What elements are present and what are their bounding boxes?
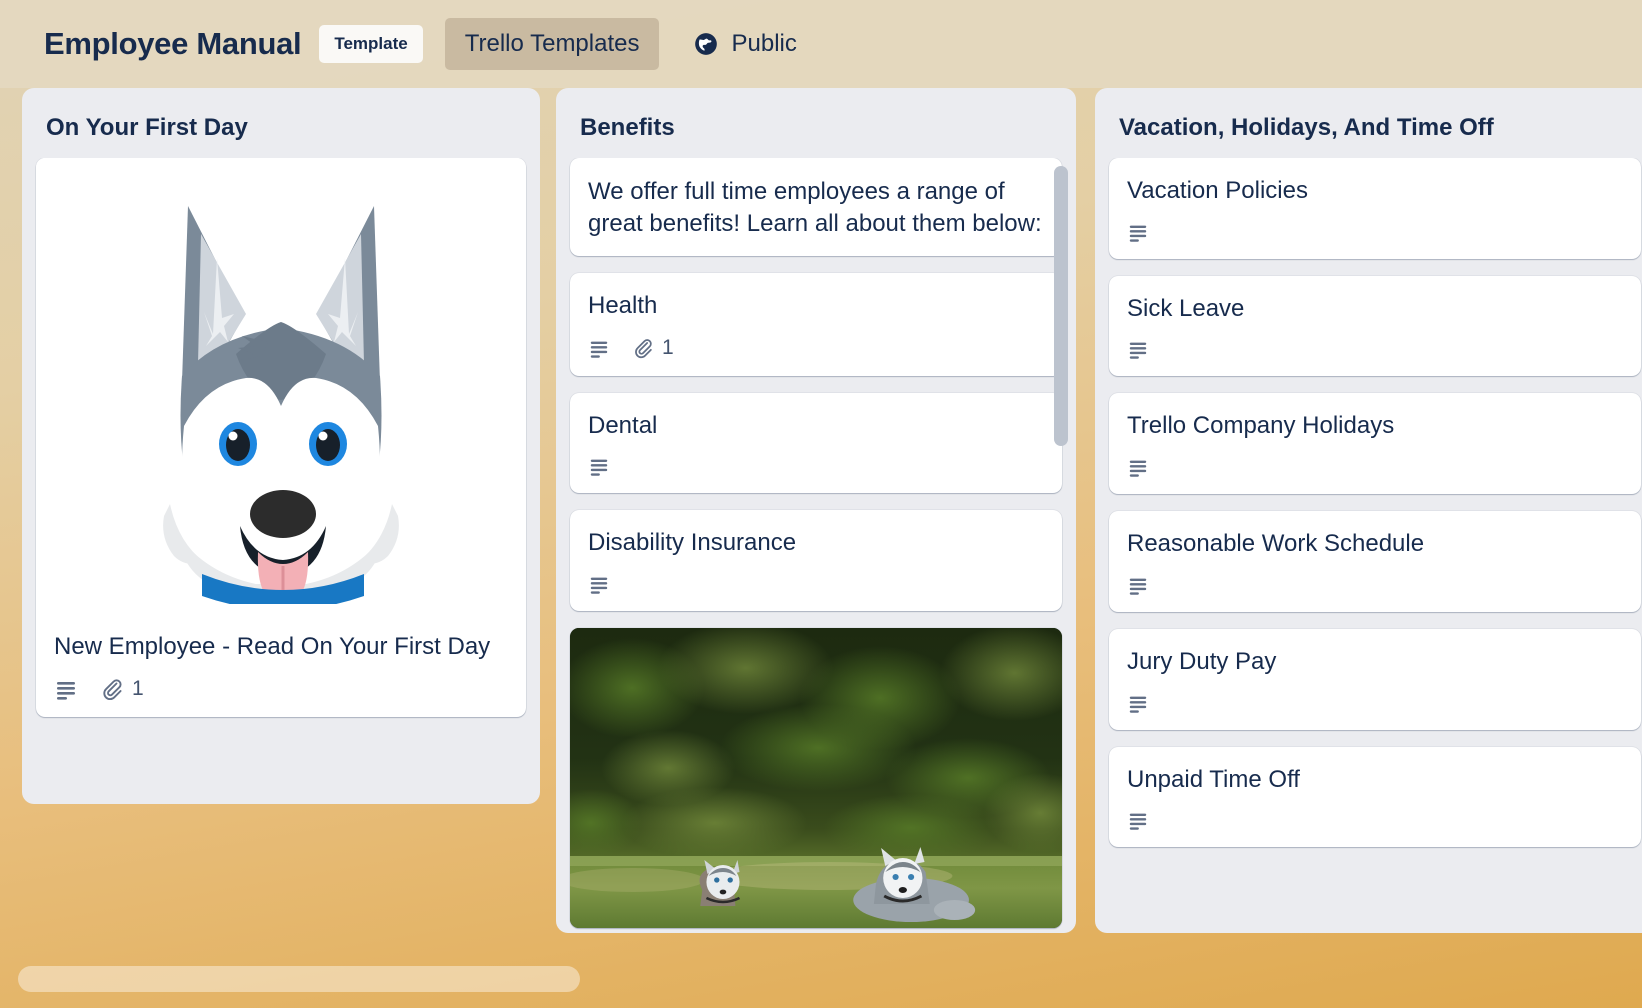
card[interactable]: Reasonable Work Schedule xyxy=(1109,511,1641,612)
attachment-count: 1 xyxy=(132,676,144,700)
card-title: We offer full time employees a range of … xyxy=(588,178,1042,237)
card[interactable]: Disability Insurance xyxy=(570,510,1062,611)
workspace-name-button[interactable]: Trello Templates xyxy=(444,18,660,70)
template-badge: Template xyxy=(319,25,423,63)
description-badge xyxy=(1127,692,1149,714)
card-title: Health xyxy=(588,291,658,319)
board-scrollbar-horizontal[interactable] xyxy=(18,966,1624,992)
card-cover-huskies-photo xyxy=(570,627,1062,928)
attachment-badge: 1 xyxy=(100,677,144,701)
globe-icon xyxy=(693,31,719,57)
card[interactable]: New Employee - Read On Your First Day 1 xyxy=(36,158,526,717)
card-body: Vacation Policies xyxy=(1109,158,1641,259)
card-body: New Employee - Read On Your First Day 1 xyxy=(36,614,526,717)
card-badges xyxy=(588,455,1044,477)
visibility-button[interactable]: Public xyxy=(683,22,806,66)
list-benefits: Benefits We offer full time employees a … xyxy=(556,88,1076,933)
card-title: Disability Insurance xyxy=(588,529,797,557)
description-badge xyxy=(1127,809,1149,831)
card-badges xyxy=(1127,221,1623,243)
card-title: Jury Duty Pay xyxy=(1127,647,1277,675)
attachment-badge: 1 xyxy=(632,336,674,360)
card-body: Reasonable Work Schedule xyxy=(1109,511,1641,612)
page-title: Employee Manual xyxy=(44,26,302,61)
list-scrollbar-vertical[interactable] xyxy=(1054,88,1068,933)
description-badge xyxy=(1127,338,1149,360)
card-badges xyxy=(1127,456,1623,478)
description-badge xyxy=(588,337,610,359)
description-badge xyxy=(1127,456,1149,478)
card-title: Reasonable Work Schedule xyxy=(1127,530,1425,558)
card-title: Sick Leave xyxy=(1127,294,1245,322)
card-body: Disability Insurance xyxy=(570,510,1062,611)
list-title: Benefits xyxy=(580,114,675,141)
card-title: New Employee - Read On Your First Day xyxy=(54,633,491,660)
description-badge xyxy=(1127,574,1149,596)
list-scrollbar-thumb[interactable] xyxy=(1054,166,1068,446)
card-body: Unpaid Time Off xyxy=(1109,747,1641,848)
card-body: We offer full time employees a range of … xyxy=(570,158,1062,256)
card[interactable] xyxy=(570,627,1062,928)
card-badges xyxy=(1127,574,1623,596)
board-lists-area: On Your First Day New Employee - Read On… xyxy=(0,88,1642,946)
card-title: Dental xyxy=(588,411,658,439)
card-body: Trello Company Holidays xyxy=(1109,393,1641,494)
list-header: Benefits xyxy=(556,88,1076,158)
card-cover-husky-avatar xyxy=(36,158,526,614)
description-badge xyxy=(588,573,610,595)
card-title: Trello Company Holidays xyxy=(1127,412,1395,440)
card-badges xyxy=(1127,692,1623,714)
card-badges xyxy=(1127,338,1623,360)
card-title: Vacation Policies xyxy=(1127,177,1308,204)
card-badges xyxy=(1127,809,1623,831)
card-body: Health 1 xyxy=(570,273,1062,376)
visibility-label: Public xyxy=(731,30,797,57)
card[interactable]: Unpaid Time Off xyxy=(1109,746,1641,848)
list-cards: Vacation Policies Sick Leave Trello Comp… xyxy=(1095,158,1642,933)
card[interactable]: Vacation Policies xyxy=(1109,158,1641,259)
list-on-your-first-day: On Your First Day New Employee - Read On… xyxy=(22,88,540,804)
board-header: Employee Manual Template Trello Template… xyxy=(0,0,1642,88)
description-badge xyxy=(54,677,78,701)
list-cards: We offer full time employees a range of … xyxy=(556,158,1076,933)
list-header: On Your First Day xyxy=(22,88,540,158)
attachment-count: 1 xyxy=(662,335,674,359)
description-badge xyxy=(588,455,610,477)
description-badge xyxy=(1127,221,1149,243)
list-title: Vacation, Holidays, And Time Off xyxy=(1119,114,1494,141)
card[interactable]: Trello Company Holidays xyxy=(1109,393,1641,495)
card[interactable]: We offer full time employees a range of … xyxy=(570,158,1062,256)
card[interactable]: Health 1 xyxy=(570,272,1062,376)
card-body: Jury Duty Pay xyxy=(1109,629,1641,730)
list-vacation-holidays-and-time-off: Vacation, Holidays, And Time Off Vacatio… xyxy=(1095,88,1642,933)
card-title: Unpaid Time Off xyxy=(1127,765,1300,793)
list-title: On Your First Day xyxy=(46,114,248,141)
card-body: Sick Leave xyxy=(1109,276,1641,377)
card[interactable]: Jury Duty Pay xyxy=(1109,628,1641,730)
list-cards: New Employee - Read On Your First Day 1 xyxy=(22,158,540,804)
card-badges xyxy=(588,573,1044,595)
card[interactable]: Dental xyxy=(570,392,1062,494)
card-badges: 1 xyxy=(54,677,508,701)
list-header: Vacation, Holidays, And Time Off xyxy=(1095,88,1642,158)
board-scrollbar-thumb[interactable] xyxy=(18,966,580,992)
card[interactable]: Sick Leave xyxy=(1109,275,1641,377)
card-badges: 1 xyxy=(588,336,1044,360)
card-body: Dental xyxy=(570,393,1062,494)
